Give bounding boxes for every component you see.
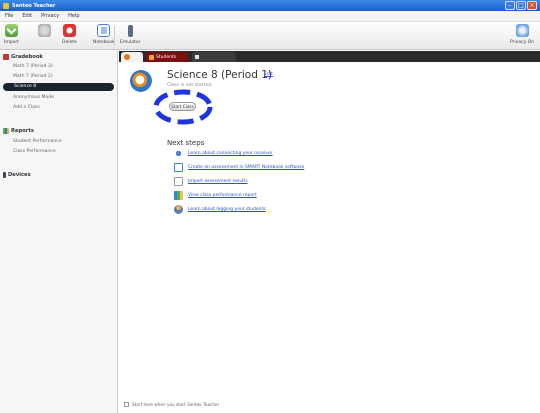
step-view-report[interactable]: View class performance report (174, 191, 257, 200)
sidebar-item-math7-p2[interactable]: Math 7 (Period 2) (13, 74, 53, 79)
students-icon (149, 54, 154, 60)
menu-edit[interactable]: Edit (22, 13, 32, 19)
window-controls: – □ × (505, 1, 537, 10)
start-here-option[interactable]: Start here when you start Senteo Teacher (124, 402, 219, 407)
delete-icon (62, 24, 76, 37)
toolbar: Import Delete Notebook Emulator Privacy … (0, 22, 540, 50)
window-title: Senteo Teacher (12, 2, 56, 9)
receiver-icon (174, 149, 183, 158)
tab-home[interactable] (121, 52, 143, 62)
start-here-checkbox[interactable] (124, 402, 129, 407)
home-tab-icon (124, 54, 130, 60)
tab-strip: Students (119, 51, 540, 62)
tab-unnamed[interactable] (192, 52, 236, 62)
gradebook-header[interactable]: Gradebook (3, 54, 43, 60)
notebook-icon (97, 24, 111, 37)
emulator-button[interactable]: Emulator (120, 24, 140, 45)
sidebar-item-math7-p3[interactable]: Math 7 (Period 3) (13, 64, 53, 69)
notebook-button[interactable]: Notebook (93, 24, 115, 45)
import-results-icon (174, 177, 183, 186)
title-bar: Senteo Teacher – □ × (0, 0, 540, 11)
sidebar-item-student-performance[interactable]: Student Performance (13, 139, 62, 144)
step-link[interactable]: Learn about logging your students (188, 207, 266, 212)
privacy-button[interactable]: Privacy On (510, 24, 534, 45)
import-button[interactable]: Import (4, 24, 19, 45)
circle-icon (38, 24, 51, 37)
tab-students[interactable]: Students (146, 52, 188, 62)
step-import-results[interactable]: Import assessment results (174, 177, 248, 186)
step-create-assessment[interactable]: Create an assessment in SMART Notebook s… (174, 163, 304, 172)
devices-header[interactable]: Devices (3, 172, 31, 178)
reports-icon (3, 128, 9, 134)
edit-link[interactable]: Edit (264, 72, 273, 77)
gradebook-icon (3, 54, 9, 60)
reports-header[interactable]: Reports (3, 128, 34, 134)
delete-button[interactable]: Delete (62, 24, 77, 45)
minimize-button[interactable]: – (505, 1, 515, 10)
menu-bar: File Edit Privacy Help (0, 11, 540, 22)
menu-file[interactable]: File (5, 13, 13, 19)
close-button[interactable]: × (527, 1, 537, 10)
menu-help[interactable]: Help (68, 13, 79, 19)
class-logo (130, 70, 152, 92)
toolbar-disabled-button[interactable] (38, 24, 51, 37)
step-link[interactable]: View class performance report (188, 193, 257, 198)
menu-privacy[interactable]: Privacy (41, 13, 59, 19)
emulator-remote-icon (124, 24, 137, 37)
student-icon (174, 205, 183, 214)
sidebar: Gradebook Math 7 (Period 3) Math 7 (Peri… (0, 51, 118, 413)
privacy-icon (515, 24, 529, 37)
page-icon (195, 55, 199, 59)
step-connect-receiver[interactable]: Learn about connecting your receiver (174, 149, 273, 158)
sidebar-item-class-performance[interactable]: Class Performance (13, 149, 56, 154)
next-steps-heading: Next steps (167, 139, 205, 147)
app-icon (3, 2, 9, 9)
main-content: Students Science 8 (Period 1) Edit Class… (119, 51, 540, 413)
start-class-button[interactable]: Start Class (169, 102, 196, 111)
step-link[interactable]: Import assessment results (188, 179, 248, 184)
step-link[interactable]: Create an assessment in SMART Notebook s… (188, 165, 304, 170)
toolbar-divider (114, 26, 115, 46)
report-chart-icon (174, 191, 183, 200)
import-arrow-icon (4, 24, 18, 37)
maximize-button[interactable]: □ (516, 1, 526, 10)
step-logging-students[interactable]: Learn about logging your students (174, 205, 266, 214)
class-title: Science 8 (Period 1) (167, 69, 273, 81)
start-here-label: Start here when you start Senteo Teacher (132, 402, 220, 407)
sidebar-item-science8[interactable]: Science 8 (3, 83, 114, 91)
devices-icon (3, 172, 6, 178)
sidebar-item-add-class[interactable]: Add a Class (13, 105, 40, 110)
step-link[interactable]: Learn about connecting your receiver (188, 151, 273, 156)
sidebar-item-anonymous-mode[interactable]: Anonymous Mode (13, 95, 54, 100)
notebook-icon (174, 163, 183, 172)
